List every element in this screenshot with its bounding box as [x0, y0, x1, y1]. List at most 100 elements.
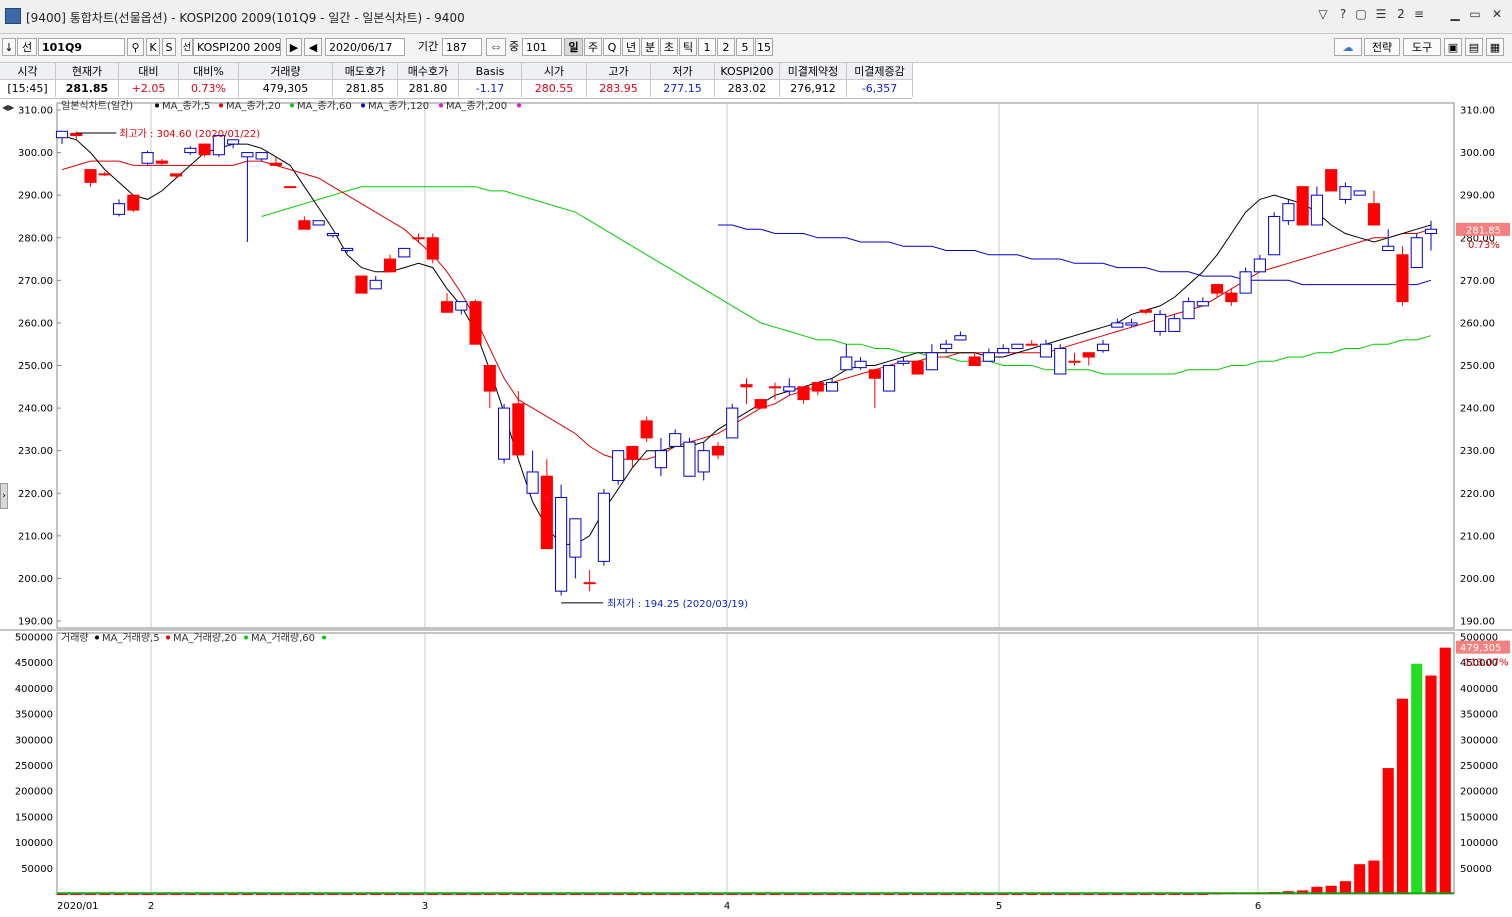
- price-legend-item-0: MA_종가,5: [162, 100, 210, 112]
- volume-tick-right-7: 150000: [1460, 812, 1498, 823]
- volume-legend-dot-2: [244, 635, 248, 640]
- seon-button[interactable]: 선: [17, 38, 37, 56]
- pin-icon[interactable]: ▽: [1314, 6, 1332, 22]
- volume-bar-70: [1054, 894, 1066, 895]
- prev-icon[interactable]: ◀: [304, 38, 322, 56]
- price-tick-right-10: 210.00: [1460, 531, 1495, 542]
- volume-tick-right-6: 200000: [1460, 787, 1498, 798]
- jung-input[interactable]: 101: [522, 38, 562, 56]
- settings-icon[interactable]: ▦: [1486, 38, 1504, 56]
- volume-bar-13: [241, 894, 253, 895]
- volume-bar-54: [826, 894, 838, 895]
- period-input[interactable]: 187: [442, 38, 482, 56]
- link-arrows-icon[interactable]: ⇔: [486, 38, 506, 56]
- cloud-icon[interactable]: ☁: [1334, 38, 1362, 56]
- volume-bar-27: [441, 894, 453, 895]
- price-tick-right-2: 290.00: [1460, 191, 1495, 202]
- period-button-7[interactable]: 1: [698, 38, 716, 56]
- product-field[interactable]: KOSPI200 2009: [193, 38, 281, 56]
- period-button-3[interactable]: 년: [622, 38, 640, 56]
- quote-header-1: 현재가: [56, 63, 119, 80]
- volume-tick-left-8: 100000: [15, 838, 53, 849]
- quote-value-13: -6,357: [847, 80, 913, 97]
- volume-bar-92: [1368, 860, 1380, 894]
- period-button-2[interactable]: Q: [603, 38, 621, 56]
- candle-body-52: [797, 386, 810, 401]
- period-button-5[interactable]: 초: [660, 38, 678, 56]
- save-icon[interactable]: ▤: [1465, 38, 1483, 56]
- next-icon[interactable]: ▶: [286, 38, 302, 56]
- lock-icon[interactable]: 2: [1392, 6, 1410, 22]
- candle-body-44: [683, 441, 696, 477]
- folder-icon[interactable]: ▣: [1444, 38, 1462, 56]
- date-input[interactable]: 2020/06/17: [325, 38, 405, 56]
- volume-bar-44: [683, 894, 696, 895]
- volume-bar-31: [498, 894, 510, 895]
- candle-body-33: [526, 471, 539, 494]
- candle-body-92: [1367, 203, 1381, 226]
- volume-bar-19: [327, 894, 339, 895]
- quote-value-9: 283.95: [587, 80, 651, 97]
- high-annotation: 최고가 : 304.60 (2020/01/22): [119, 128, 260, 140]
- candle-body-64: [968, 356, 981, 367]
- volume-bar-47: [726, 894, 738, 895]
- period-button-9[interactable]: 5: [736, 38, 754, 56]
- period-button-10[interactable]: 15: [755, 38, 773, 56]
- price-tick-right-9: 220.00: [1460, 489, 1495, 500]
- s-button[interactable]: S: [162, 38, 176, 56]
- code-input[interactable]: 101Q9: [38, 38, 125, 56]
- strategy-button[interactable]: 전략: [1364, 38, 1400, 56]
- candle-body-62: [940, 343, 953, 349]
- side-panel-toggle[interactable]: ›: [0, 483, 8, 509]
- candle-body-78: [1168, 318, 1181, 332]
- candle-body-73: [1096, 343, 1110, 352]
- candle-body-7: [155, 160, 168, 164]
- volume-bar-14: [256, 894, 268, 895]
- period-button-6[interactable]: 틱: [679, 38, 697, 56]
- x-axis-label-1: 2: [148, 901, 154, 912]
- menu-icon[interactable]: ≡: [1410, 6, 1428, 22]
- volume-bar-61: [926, 894, 938, 895]
- period-button-1[interactable]: 주: [584, 38, 602, 56]
- tools-button[interactable]: 도구: [1403, 38, 1441, 56]
- close-icon[interactable]: ✕: [1488, 6, 1506, 22]
- candle-body-87: [1296, 186, 1309, 226]
- maximize-icon[interactable]: ▭: [1466, 6, 1484, 22]
- quote-value-7: -1.17: [459, 80, 522, 97]
- candle-body-61: [925, 352, 938, 371]
- volume-bar-2: [84, 894, 97, 895]
- app-icon: [5, 8, 21, 24]
- volume-bar-67: [1011, 894, 1024, 895]
- period-button-8[interactable]: 2: [717, 38, 735, 56]
- candle-body-75: [1125, 322, 1138, 326]
- help-icon[interactable]: ?: [1334, 6, 1352, 22]
- volume-bar-69: [1040, 894, 1052, 895]
- k-button[interactable]: K: [146, 38, 160, 56]
- toolbar: ↓ 선 101Q9 ⚲ K S 선 KOSPI200 2009 ▶ ◀ 2020…: [0, 34, 1512, 63]
- candle-body-6: [141, 152, 154, 164]
- volume-tick-right-3: 350000: [1460, 710, 1498, 721]
- price-tick-left-9: 220.00: [18, 489, 53, 500]
- link-icon[interactable]: ▢: [1352, 6, 1370, 22]
- quote-value-0: [15:45]: [0, 80, 56, 97]
- down-arrow-button[interactable]: ↓: [2, 38, 16, 56]
- minimize-icon[interactable]: ▁: [1446, 6, 1464, 22]
- volume-tick-left-9: 50000: [21, 864, 53, 875]
- grid-icon[interactable]: ☰: [1372, 6, 1390, 22]
- volume-bar-30: [484, 894, 496, 895]
- volume-bar-65: [983, 894, 995, 895]
- quote-header-8: 시가: [522, 63, 587, 80]
- search-icon[interactable]: ⚲: [127, 38, 144, 56]
- volume-bar-76: [1140, 894, 1152, 895]
- volume-bar-34: [541, 894, 553, 895]
- quote-table: 시각 [15:45] 현재가 281.85 대비 +2.05 대비% 0.73% 거래량 479,…: [0, 63, 913, 99]
- period-button-4[interactable]: 분: [641, 38, 659, 56]
- candle-body-85: [1268, 215, 1281, 256]
- candle-body-32: [512, 403, 525, 456]
- quote-header-7: Basis: [459, 63, 522, 80]
- quote-header-0: 시각: [0, 63, 56, 80]
- volume-bar-17: [298, 894, 310, 895]
- period-button-0[interactable]: 일: [564, 38, 583, 56]
- x-axis-label-0: 2020/01: [57, 901, 99, 912]
- volume-bar-39: [612, 894, 624, 895]
